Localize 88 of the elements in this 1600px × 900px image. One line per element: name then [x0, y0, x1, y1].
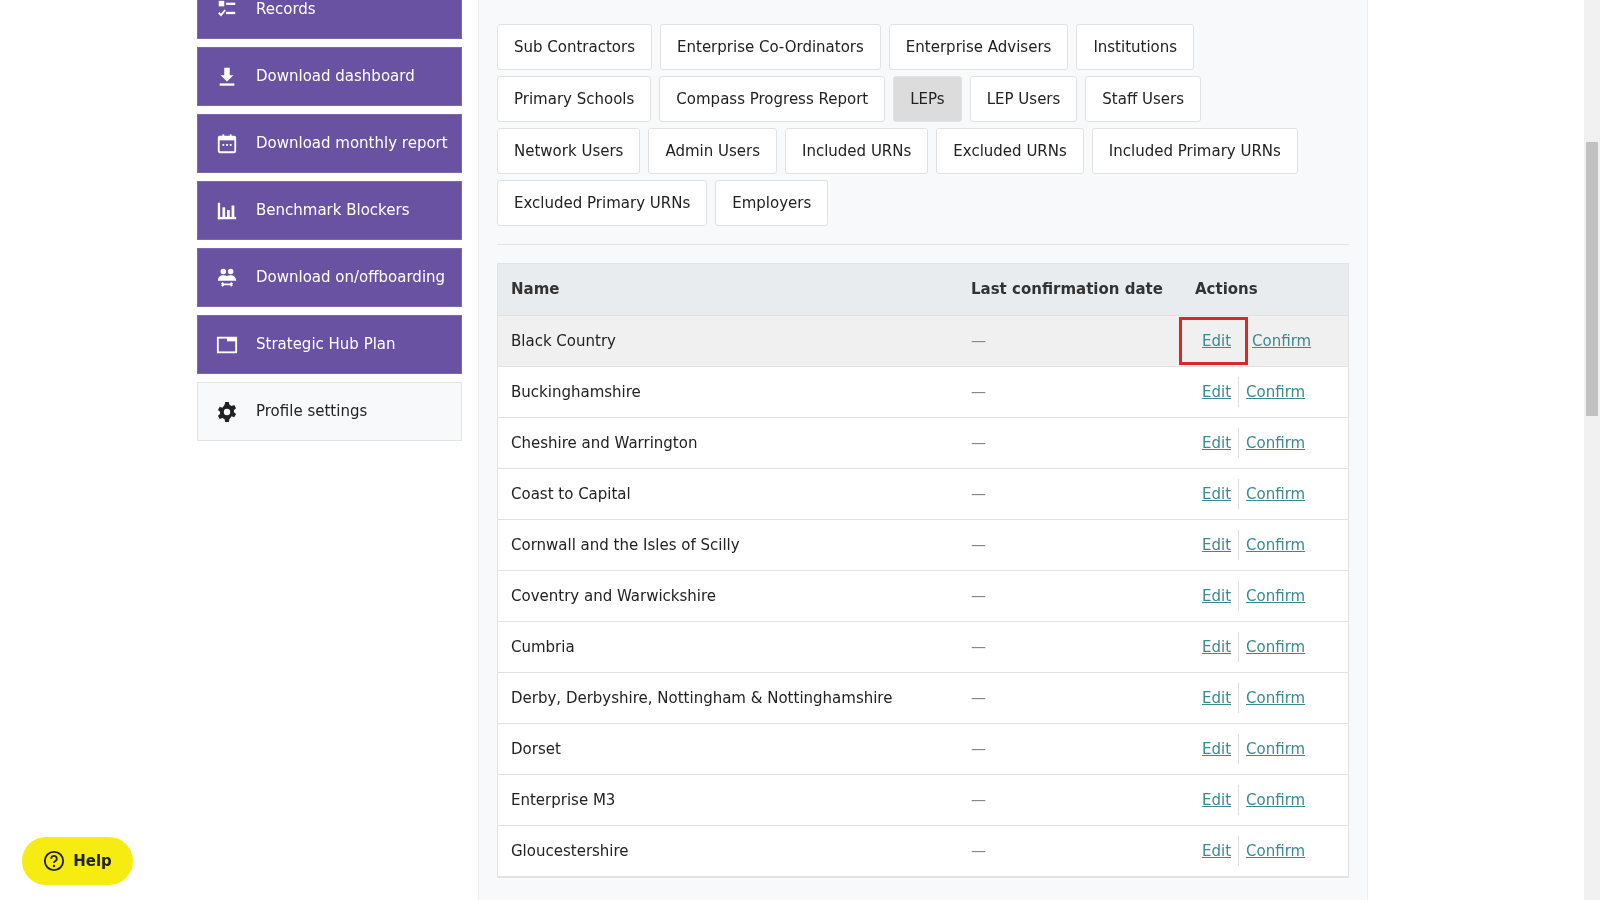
sidebar-button[interactable]: Download monthly report	[197, 114, 462, 173]
table-row[interactable]: Dorset — Edit Confirm	[498, 724, 1348, 775]
table-row[interactable]: Coventry and Warwickshire — Edit Confirm	[498, 571, 1348, 622]
confirm-link[interactable]: Confirm	[1239, 784, 1313, 816]
sidebar-button[interactable]: Download dashboard	[197, 47, 462, 106]
table-cell-text: —	[971, 381, 987, 403]
edit-link[interactable]: Edit	[1195, 835, 1240, 867]
edit-link[interactable]: Edit	[1195, 427, 1240, 459]
record-tab[interactable]: Compass Progress Report	[659, 76, 886, 122]
table-row[interactable]: Enterprise M3 — Edit Confirm	[498, 775, 1348, 826]
confirm-link[interactable]: Confirm	[1239, 478, 1313, 510]
table-cell-text: Enterprise M3	[511, 789, 617, 811]
table-cell-text: —	[971, 789, 987, 811]
scrollbar[interactable]	[1584, 0, 1600, 900]
confirm-link[interactable]: Confirm	[1239, 376, 1313, 408]
record-tab[interactable]: Included URNs	[785, 128, 929, 174]
column-header: Actions	[1195, 279, 1259, 301]
table-cell-text: —	[971, 330, 987, 352]
confirm-link[interactable]: Confirm	[1239, 427, 1313, 459]
help-icon	[43, 850, 66, 872]
table-cell-text: —	[971, 534, 987, 556]
table-cell-text: Cornwall and the Isles of Scilly	[511, 534, 741, 556]
record-tab[interactable]: LEPs	[893, 76, 962, 122]
table-cell-text: —	[971, 636, 987, 658]
confirm-link[interactable]: Confirm	[1239, 835, 1313, 867]
sidebar-button[interactable]: Download on/offboarding	[197, 248, 462, 307]
sidebar-button[interactable]: Records	[197, 0, 462, 39]
table-cell-text: —	[971, 687, 987, 709]
record-tab[interactable]: Employers	[715, 180, 829, 226]
table-cell-text: Buckinghamshire	[511, 381, 642, 403]
record-tab[interactable]: Primary Schools	[497, 76, 652, 122]
table-cell-text: —	[971, 738, 987, 760]
confirm-link[interactable]: Confirm	[1239, 529, 1313, 561]
calendar-icon	[216, 132, 238, 155]
table-row[interactable]: Cumbria — Edit Confirm	[498, 622, 1348, 673]
sidebar-button[interactable]: Profile settings	[197, 382, 462, 441]
record-tab[interactable]: LEP Users	[969, 76, 1078, 122]
sidebar-button[interactable]: Strategic Hub Plan	[197, 315, 462, 374]
table-cell-text: Gloucestershire	[511, 840, 630, 862]
table-row[interactable]: Gloucestershire — Edit Confirm	[498, 826, 1348, 877]
record-tab[interactable]: Sub Contractors	[497, 24, 652, 70]
table-cell-text: —	[971, 432, 987, 454]
table-cell-text: Derby, Derbyshire, Nottingham & Nottinghamshire	[511, 687, 894, 709]
record-tab[interactable]: Excluded Primary URNs	[497, 180, 708, 226]
record-tab[interactable]: Admin Users	[648, 128, 777, 174]
confirm-link[interactable]: Confirm	[1239, 580, 1313, 612]
table-row[interactable]: Buckinghamshire — Edit Confirm	[498, 367, 1348, 418]
table-row[interactable]: Black Country — Edit Confirm	[498, 316, 1348, 367]
table-cell-text: Coventry and Warwickshire	[511, 585, 718, 607]
edit-link[interactable]: Edit	[1195, 733, 1240, 765]
record-tab[interactable]: Staff Users	[1085, 76, 1202, 122]
table-cell-text: Cheshire and Warrington	[511, 432, 699, 454]
record-tab[interactable]: Excluded URNs	[936, 128, 1084, 174]
column-header: Name	[511, 279, 561, 301]
table-row[interactable]: Cornwall and the Isles of Scilly — Edit Confirm	[498, 520, 1348, 571]
edit-link[interactable]: Edit	[1195, 478, 1240, 510]
edit-link[interactable]: Edit	[1195, 784, 1240, 816]
table-cell-text: Black Country	[511, 330, 617, 352]
table-cell-text: Coast to Capital	[511, 483, 632, 505]
record-tab[interactable]: Included Primary URNs	[1091, 128, 1298, 174]
people-icon	[216, 266, 238, 289]
record-tab[interactable]: Network Users	[497, 128, 641, 174]
edit-link[interactable]: Edit	[1195, 529, 1240, 561]
table-cell-text: Cumbria	[511, 636, 576, 658]
scrollbar-thumb[interactable]	[1586, 142, 1598, 416]
table-cell-text: —	[971, 840, 987, 862]
edit-link[interactable]: Edit	[1195, 376, 1240, 408]
settings-icon	[216, 400, 238, 423]
record-tab[interactable]: Enterprise Advisers	[888, 24, 1069, 70]
sidebar-button[interactable]: Benchmark Blockers	[197, 181, 462, 240]
table-row[interactable]: Derby, Derbyshire, Nottingham & Nottinghamshire — Edit Confirm	[498, 673, 1348, 724]
record-tab[interactable]: Institutions	[1076, 24, 1195, 70]
table-cell-text: Dorset	[511, 738, 562, 760]
help-button[interactable]: Help	[22, 837, 133, 885]
table-cell-text: —	[971, 585, 987, 607]
table-row[interactable]: Cheshire and Warrington — Edit Confirm	[498, 418, 1348, 469]
edit-link[interactable]: Edit	[1195, 580, 1240, 612]
edit-link[interactable]: Edit	[1195, 682, 1240, 714]
table-row[interactable]: Coast to Capital — Edit Confirm	[498, 469, 1348, 520]
column-header: Last confirmation date	[971, 279, 1164, 301]
confirm-link[interactable]: Confirm	[1239, 682, 1313, 714]
confirm-link[interactable]: Confirm	[1239, 733, 1313, 765]
edit-link[interactable]: Edit	[1195, 631, 1240, 663]
edit-link[interactable]: Edit	[1182, 319, 1246, 363]
confirm-link[interactable]: Confirm	[1245, 325, 1319, 357]
record-tab[interactable]: Enterprise Co-Ordinators	[660, 24, 881, 70]
confirm-link[interactable]: Confirm	[1239, 631, 1313, 663]
table-cell-text: —	[971, 483, 987, 505]
